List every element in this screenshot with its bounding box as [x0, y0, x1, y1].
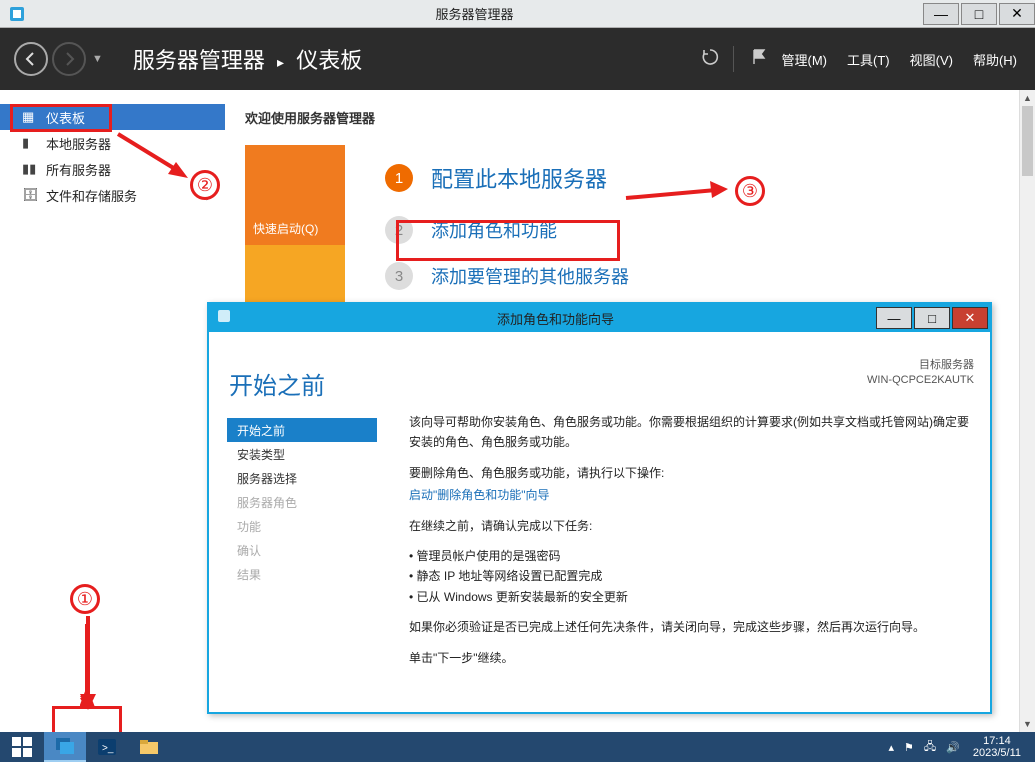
scroll-up-arrow[interactable]: ▲ [1020, 90, 1035, 106]
step-number: 1 [385, 164, 413, 192]
wizard-p4: 如果你必须验证是否已完成上述任何先决条件，请关闭向导，完成这些步骤，然后再次运行… [409, 617, 972, 637]
storage-icon: 🗄 [22, 187, 40, 203]
sidebar-item-all-servers[interactable]: ▮▮ 所有服务器 [0, 156, 225, 182]
breadcrumb: 服务器管理器 ▸ 仪表板 [133, 43, 362, 75]
close-button[interactable]: ✕ [999, 3, 1035, 25]
wizard-nav: 开始之前 安装类型 服务器选择 服务器角色 功能 确认 结果 [227, 418, 377, 586]
taskbar: >_ ▴ ⚑ 🖧 🔊 17:14 2023/5/11 [0, 732, 1035, 762]
sidebar-item-label: 仪表板 [46, 108, 85, 127]
breadcrumb-current[interactable]: 仪表板 [296, 48, 362, 73]
chevron-right-icon: ▷ [207, 189, 215, 202]
sidebar-item-label: 本地服务器 [46, 134, 111, 153]
welcome-heading: 欢迎使用服务器管理器 [225, 90, 1035, 145]
scroll-down-arrow[interactable]: ▼ [1020, 716, 1035, 732]
dashboard-icon: ▦ [22, 109, 40, 125]
wizard-remove-roles-link[interactable]: 启动"删除角色和功能"向导 [409, 488, 550, 502]
app-header: ▼ 服务器管理器 ▸ 仪表板 管理(M) 工具(T) 视图(V) 帮助(H) [0, 28, 1035, 90]
window-titlebar: 服务器管理器 — □ ✕ [0, 0, 1035, 28]
sidebar-item-label: 所有服务器 [46, 160, 111, 179]
servers-icon: ▮▮ [22, 161, 40, 177]
wizard-p3: 在继续之前，请确认完成以下任务: [409, 516, 972, 536]
taskbar-server-manager[interactable] [44, 732, 86, 762]
wizard-heading: 开始之前 [229, 366, 325, 401]
wizard-nav-confirmation: 确认 [227, 538, 377, 562]
step-add-roles[interactable]: 2 添加角色和功能 [385, 207, 629, 253]
wizard-icon [213, 309, 235, 328]
sidebar-item-label: 文件和存储服务 [46, 186, 137, 205]
wizard-body: 开始之前 目标服务器 WIN-QCPCE2KAUTK 开始之前 安装类型 服务器… [209, 332, 990, 712]
step-configure-local[interactable]: 1 配置此本地服务器 [385, 155, 629, 201]
minimize-button[interactable]: — [923, 3, 959, 25]
step-label: 添加要管理的其他服务器 [431, 263, 629, 289]
start-button[interactable] [0, 732, 44, 762]
wizard-target-server: WIN-QCPCE2KAUTK [867, 373, 974, 388]
step-label: 添加角色和功能 [431, 217, 557, 243]
menu-tools[interactable]: 工具(T) [837, 50, 900, 69]
wizard-nav-server-selection[interactable]: 服务器选择 [227, 466, 377, 490]
clock-date: 2023/5/11 [973, 747, 1021, 759]
wizard-nav-results: 结果 [227, 562, 377, 586]
wizard-p1: 该向导可帮助你安装角色、角色服务或功能。你需要根据组织的计算要求(例如共享文档或… [409, 412, 972, 453]
add-roles-wizard-dialog: 添加角色和功能向导 — □ ✕ 开始之前 目标服务器 WIN-QCPCE2KAU… [207, 302, 992, 714]
tray-flag-icon[interactable]: ⚑ [899, 741, 919, 754]
menu-view[interactable]: 视图(V) [900, 50, 963, 69]
quick-start-tile[interactable]: 快速启动(Q) [245, 145, 345, 245]
tray-up-icon[interactable]: ▴ [884, 741, 900, 754]
tray-network-icon[interactable]: 🖧 [919, 738, 941, 757]
wizard-p5: 单击"下一步"继续。 [409, 648, 972, 668]
menu-help[interactable]: 帮助(H) [963, 50, 1035, 69]
step-label: 配置此本地服务器 [431, 162, 607, 194]
breadcrumb-root[interactable]: 服务器管理器 [133, 48, 265, 73]
wizard-maximize-button[interactable]: □ [914, 307, 950, 329]
wizard-minimize-button[interactable]: — [876, 307, 912, 329]
quick-start-label: 快速启动(Q) [253, 220, 318, 237]
sidebar-item-dashboard[interactable]: ▦ 仪表板 [0, 104, 225, 130]
forward-button [52, 42, 86, 76]
wizard-nav-server-roles: 服务器角色 [227, 490, 377, 514]
app-icon [6, 3, 28, 25]
wizard-nav-install-type[interactable]: 安装类型 [227, 442, 377, 466]
scroll-thumb[interactable] [1022, 106, 1033, 176]
wizard-nav-features: 功能 [227, 514, 377, 538]
back-button[interactable] [14, 42, 48, 76]
taskbar-explorer[interactable] [128, 732, 170, 762]
step-number: 3 [385, 262, 413, 290]
wizard-bullet: 管理员帐户使用的是强密码 [409, 546, 972, 566]
server-icon: ▮ [22, 135, 40, 151]
flag-icon[interactable] [744, 48, 772, 71]
wizard-p2: 要删除角色、角色服务或功能，请执行以下操作: [409, 463, 972, 483]
maximize-button[interactable]: □ [961, 3, 997, 25]
wizard-nav-before-you-begin[interactable]: 开始之前 [227, 418, 377, 442]
step-number: 2 [385, 216, 413, 244]
wizard-close-button[interactable]: ✕ [952, 307, 988, 329]
taskbar-powershell[interactable]: >_ [86, 732, 128, 762]
step-add-servers[interactable]: 3 添加要管理的其他服务器 [385, 253, 629, 299]
secondary-tile[interactable] [245, 245, 345, 305]
wizard-title: 添加角色和功能向导 [235, 309, 876, 328]
menu-manage[interactable]: 管理(M) [772, 50, 838, 69]
sidebar: ▦ 仪表板 ▮ 本地服务器 ▮▮ 所有服务器 🗄 文件和存储服务 ▷ [0, 90, 225, 732]
wizard-target-label: 目标服务器 [867, 358, 974, 373]
sidebar-item-file-storage[interactable]: 🗄 文件和存储服务 ▷ [0, 182, 225, 208]
window-title: 服务器管理器 [28, 4, 921, 23]
refresh-icon[interactable] [695, 48, 723, 71]
wizard-bullet: 静态 IP 地址等网络设置已配置完成 [409, 566, 972, 586]
tray-volume-icon[interactable]: 🔊 [941, 741, 965, 754]
wizard-bullet: 已从 Windows 更新安装最新的安全更新 [409, 587, 972, 607]
system-clock[interactable]: 17:14 2023/5/11 [965, 735, 1029, 759]
wizard-content: 该向导可帮助你安装角色、角色服务或功能。你需要根据组织的计算要求(例如共享文档或… [409, 412, 972, 678]
sidebar-item-local-server[interactable]: ▮ 本地服务器 [0, 130, 225, 156]
system-tray: ▴ ⚑ 🖧 🔊 17:14 2023/5/11 [884, 735, 1035, 759]
wizard-target: 目标服务器 WIN-QCPCE2KAUTK [867, 358, 974, 389]
svg-text:>_: >_ [102, 743, 114, 754]
vertical-scrollbar[interactable]: ▲ ▼ [1019, 90, 1035, 732]
nav-dropdown-icon[interactable]: ▼ [92, 53, 103, 65]
clock-time: 17:14 [973, 735, 1021, 747]
wizard-titlebar[interactable]: 添加角色和功能向导 — □ ✕ [209, 304, 990, 332]
